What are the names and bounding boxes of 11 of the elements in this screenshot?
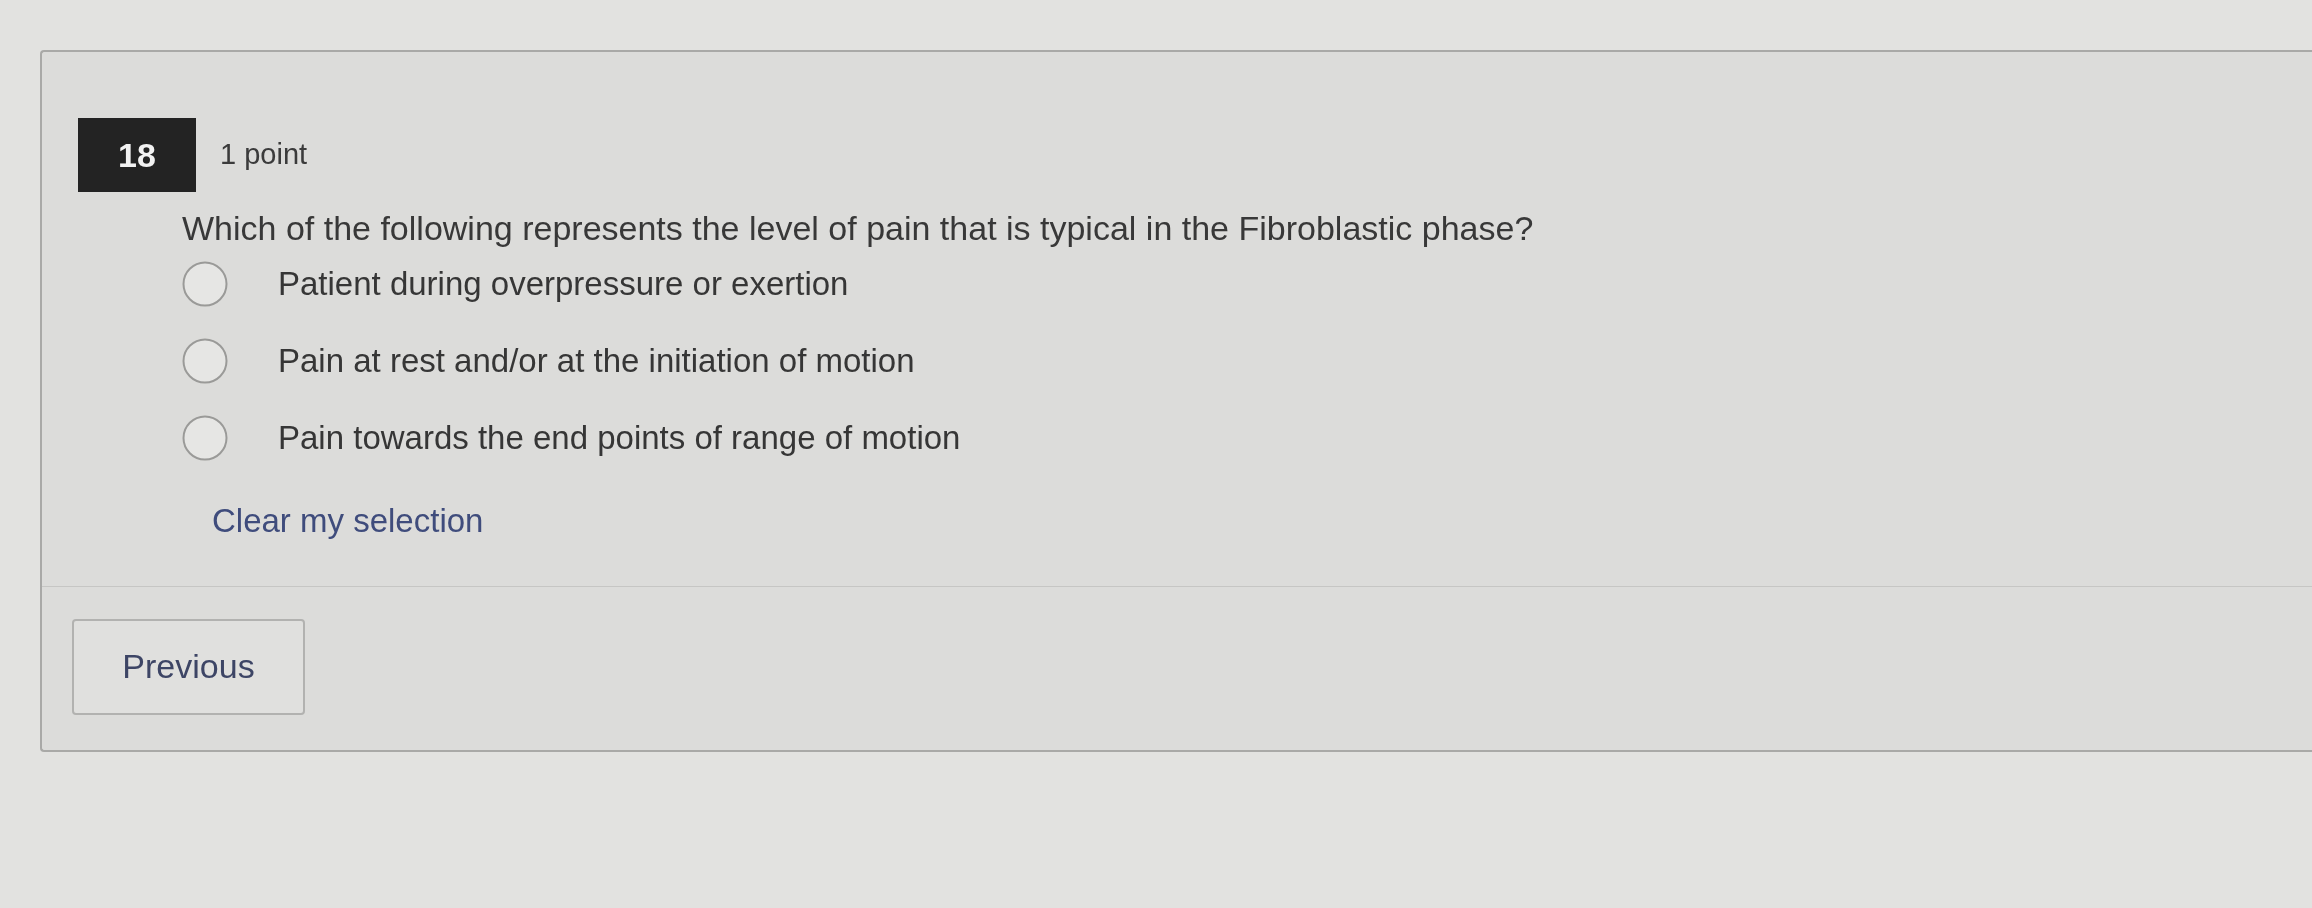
radio-icon[interactable] (182, 338, 228, 384)
radio-icon[interactable] (182, 415, 228, 461)
question-text: Which of the following represents the level of pain that is typical in the Fibroblastic phase? (182, 208, 1534, 249)
question-number: 18 (78, 118, 196, 192)
points-label: 1 point (220, 137, 308, 173)
answer-option[interactable]: Pain at rest and/or at the initiation of motion (278, 337, 915, 385)
clear-selection-link[interactable]: Clear my selection (212, 502, 484, 539)
radio-icon[interactable] (182, 261, 228, 307)
answer-option[interactable]: Patient during overpressure or exertion (278, 260, 849, 308)
answer-option[interactable]: Pain towards the end points of range of motion (278, 414, 961, 462)
previous-button[interactable]: Previous (72, 618, 305, 715)
